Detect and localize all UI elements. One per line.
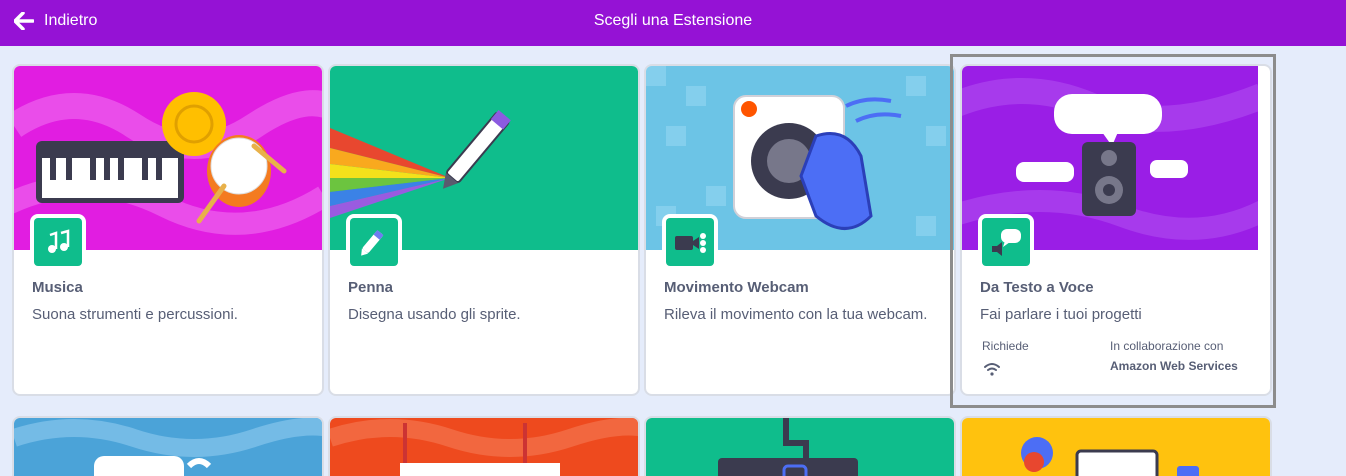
extension-badge-pen — [346, 214, 402, 270]
extension-card-webcam[interactable]: Movimento Webcam Rileva il movimento con… — [644, 64, 956, 396]
speech-icon — [992, 229, 1021, 256]
extension-badge-text-to-speech — [978, 214, 1034, 270]
extension-description: Fai parlare i tuoi progetti — [980, 306, 1142, 323]
extension-card-microbit[interactable] — [644, 416, 956, 476]
extension-name: Movimento Webcam — [664, 279, 809, 296]
extension-name: Musica — [32, 279, 83, 296]
extension-name: Da Testo a Voce — [980, 279, 1094, 296]
extension-badge-webcam — [662, 214, 718, 270]
extension-description: Rileva il movimento con la tua webcam. — [664, 306, 928, 323]
extension-card-music[interactable]: Musica Suona strumenti e percussioni. — [12, 64, 324, 396]
music-notes-icon — [48, 229, 70, 253]
extension-card-pen[interactable]: Penna Disegna usando gli sprite. — [328, 64, 640, 396]
pen-icon — [361, 230, 384, 256]
extension-card-makey-makey[interactable] — [328, 416, 640, 476]
collaborator-name: Amazon Web Services — [1110, 359, 1238, 373]
video-camera-icon — [675, 233, 706, 253]
extension-name: Penna — [348, 279, 394, 296]
extension-description: Suona strumenti e percussioni. — [32, 306, 238, 323]
collaboration-label: In collaborazione con — [1110, 339, 1224, 353]
extension-badge-music — [30, 214, 86, 270]
extension-card-translate[interactable] — [12, 416, 324, 476]
page-title: Scegli una Estensione — [593, 12, 753, 29]
requires-label: Richiede — [982, 339, 1029, 353]
header-bar: Indietro Scegli una Estensione — [0, 0, 1346, 46]
wifi-icon — [984, 362, 1000, 381]
extension-description: Disegna usando gli sprite. — [348, 306, 521, 323]
extension-card-lego[interactable] — [960, 416, 1272, 476]
extension-card-text-to-speech[interactable]: Da Testo a Voce Fai parlare i tuoi proge… — [960, 64, 1272, 396]
